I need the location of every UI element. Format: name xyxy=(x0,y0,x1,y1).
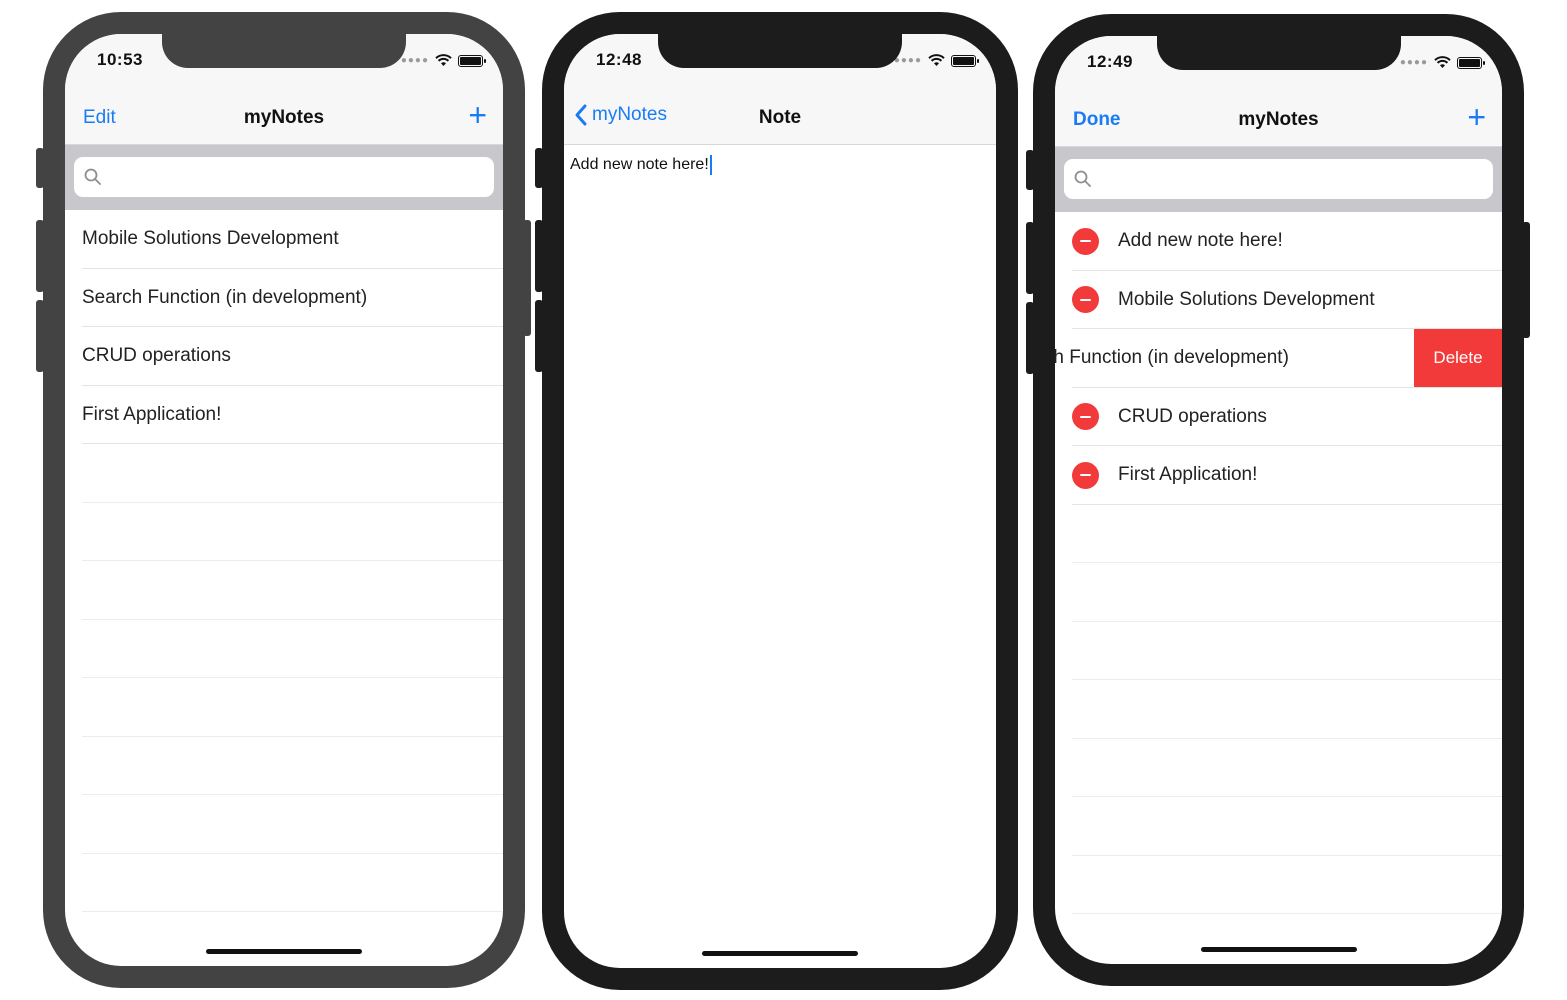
status-time: 12:49 xyxy=(1087,52,1133,71)
phone-frame-note-detail: 12:48 ●●●● myNotes Note Add new note her… xyxy=(535,12,1018,990)
status-icons: ●●●● xyxy=(1399,56,1485,69)
volume-down-button xyxy=(36,300,44,372)
text-cursor xyxy=(709,155,712,175)
status-icons: ●●●● xyxy=(400,54,486,67)
volume-down-button xyxy=(535,300,543,372)
wifi-icon xyxy=(1434,56,1451,68)
screen: 10:53 ●●●● Edit myNotes + Mobile Solutio… xyxy=(65,34,503,966)
note-row[interactable]: CRUD operations xyxy=(65,327,503,386)
screen: 12:49 ●●●● Done myNotes + Add new note h… xyxy=(1055,36,1502,964)
note-row-swiped[interactable]: arch Function (in development) Delete xyxy=(1055,329,1502,388)
volume-up-button xyxy=(535,220,543,292)
note-row[interactable]: First Application! xyxy=(1055,446,1502,505)
search-input[interactable] xyxy=(74,157,494,197)
empty-row xyxy=(1055,505,1502,564)
volume-up-button xyxy=(1026,222,1034,294)
note-text-view[interactable]: Add new note here! xyxy=(570,155,712,175)
battery-icon xyxy=(458,54,486,67)
status-time: 10:53 xyxy=(97,50,143,69)
empty-row xyxy=(1055,563,1502,622)
search-input[interactable] xyxy=(1064,159,1493,199)
nav-title: myNotes xyxy=(1238,109,1319,130)
delete-control-icon[interactable] xyxy=(1072,286,1099,314)
note-body: Add new note here! xyxy=(570,156,709,174)
nav-title: myNotes xyxy=(243,107,325,128)
cellular-signal-icon: ●●●● xyxy=(400,55,429,66)
empty-row xyxy=(65,503,503,562)
empty-row xyxy=(1055,622,1502,681)
delete-control-icon[interactable] xyxy=(1072,403,1099,431)
battery-icon xyxy=(1457,56,1485,69)
navigation-bar: Done myNotes + xyxy=(1055,91,1502,147)
note-title: CRUD operations xyxy=(82,345,231,367)
search-icon xyxy=(84,168,101,185)
empty-row xyxy=(65,737,503,796)
note-title: First Application! xyxy=(82,403,222,425)
notch xyxy=(658,34,902,68)
note-title: Mobile Solutions Development xyxy=(1118,288,1375,310)
search-icon xyxy=(1074,170,1091,187)
note-row[interactable]: Mobile Solutions Development xyxy=(65,210,503,269)
volume-down-button xyxy=(1026,302,1034,374)
note-row[interactable]: Mobile Solutions Development xyxy=(1055,271,1502,330)
home-indicator[interactable] xyxy=(206,949,362,954)
empty-row xyxy=(65,678,503,737)
note-title: First Application! xyxy=(1118,464,1258,486)
mute-switch xyxy=(1026,150,1034,190)
add-note-button[interactable]: + xyxy=(468,99,487,131)
search-bar xyxy=(1055,147,1502,212)
wifi-icon xyxy=(435,54,452,66)
status-icons: ●●●● xyxy=(893,54,979,67)
mute-switch xyxy=(36,148,44,188)
navigation-bar: myNotes Note xyxy=(564,89,996,145)
status-time: 12:48 xyxy=(596,50,642,69)
delete-button[interactable]: Delete xyxy=(1414,329,1502,388)
empty-row xyxy=(65,444,503,503)
note-title: Mobile Solutions Development xyxy=(82,228,339,250)
notch xyxy=(1156,36,1401,70)
note-row[interactable]: First Application! xyxy=(65,386,503,445)
delete-control-icon[interactable] xyxy=(1072,461,1099,489)
phone-frame-list: 10:53 ●●●● Edit myNotes + Mobile Solutio… xyxy=(36,12,531,988)
add-note-button[interactable]: + xyxy=(1467,101,1486,133)
power-button xyxy=(523,220,531,336)
note-title: Search Function (in development) xyxy=(82,286,368,308)
note-row[interactable]: Add new note here! xyxy=(1055,212,1502,271)
phone-frame-edit-mode: 12:49 ●●●● Done myNotes + Add new note h… xyxy=(1026,14,1530,986)
note-row[interactable]: CRUD operations xyxy=(1055,388,1502,447)
notch xyxy=(162,34,406,68)
empty-row xyxy=(1055,680,1502,739)
cellular-signal-icon: ●●●● xyxy=(893,55,922,66)
battery-icon xyxy=(951,54,979,67)
notes-list: Add new note here! Mobile Solutions Deve… xyxy=(1055,212,1502,914)
empty-row xyxy=(1055,739,1502,798)
empty-row xyxy=(1055,797,1502,856)
cellular-signal-icon: ●●●● xyxy=(1399,57,1428,68)
delete-control-icon[interactable] xyxy=(1072,227,1099,255)
empty-row xyxy=(1055,856,1502,915)
note-title: arch Function (in development) xyxy=(1055,347,1289,369)
empty-row xyxy=(65,620,503,679)
nav-title: Note xyxy=(758,107,802,128)
volume-up-button xyxy=(36,220,44,292)
empty-row xyxy=(65,795,503,854)
wifi-icon xyxy=(928,54,945,66)
power-button xyxy=(1522,222,1530,338)
navigation-bar: Edit myNotes + xyxy=(65,89,503,145)
empty-row xyxy=(65,854,503,913)
screen: 12:48 ●●●● myNotes Note Add new note her… xyxy=(564,34,996,968)
note-row[interactable]: Search Function (in development) xyxy=(65,269,503,328)
notes-list: Mobile Solutions Development Search Func… xyxy=(65,210,503,912)
note-title: Add new note here! xyxy=(1118,230,1283,252)
home-indicator[interactable] xyxy=(702,951,858,956)
home-indicator[interactable] xyxy=(1200,947,1357,952)
note-title: CRUD operations xyxy=(1118,405,1267,427)
empty-row xyxy=(65,561,503,620)
mute-switch xyxy=(535,148,543,188)
search-bar xyxy=(65,145,503,210)
